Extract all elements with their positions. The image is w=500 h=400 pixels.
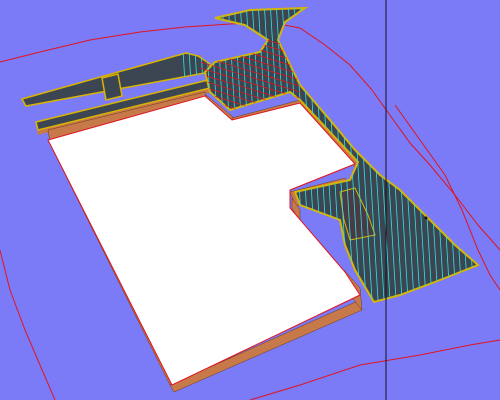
3d-viewport[interactable] — [0, 0, 500, 400]
site-boundary-line-bottom — [0, 249, 56, 400]
strip-connector-surface[interactable] — [101, 73, 123, 101]
hatch-line — [199, 25, 301, 57]
hatch-line — [486, 0, 500, 300]
hatch-line — [480, 0, 498, 300]
site-boundary-line-lower-right — [249, 339, 500, 400]
marker-dot — [424, 216, 428, 220]
hatch-line — [473, 8, 478, 301]
building-pad-surface[interactable] — [47, 95, 361, 386]
hatch-line — [467, 8, 478, 301]
site-model-scene[interactable] — [0, 0, 500, 400]
hatch-line — [492, 0, 500, 300]
